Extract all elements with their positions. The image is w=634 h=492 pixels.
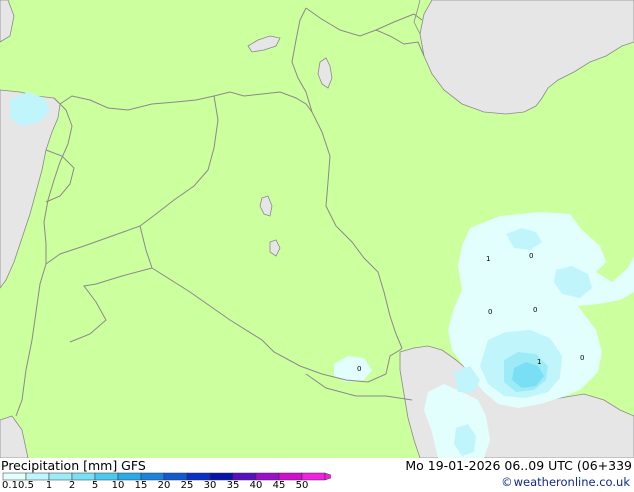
scale-tick-label: 45 [272,480,286,491]
scale-swatch [25,472,50,481]
precipitation-map: 1 0 0 0 1 0 0 [0,0,634,459]
scale-swatch [2,472,27,481]
scale-swatch [255,472,280,481]
scale-swatch [117,472,142,481]
copyright-credit[interactable]: ©weatheronline.co.uk [501,475,630,489]
scale-tick-label: 50 [295,480,309,491]
scale-tick-label: 1 [45,480,53,491]
scale-tick-label: 0.5 [18,480,34,491]
scale-tick-label: 2 [68,480,76,491]
precip-label: 0 [533,306,537,314]
scale-swatch [209,472,234,481]
scale-swatch [48,472,73,481]
scale-arrow [324,472,331,481]
scale-swatch [232,472,257,481]
scale-tick-label: 15 [134,480,148,491]
scale-swatch [163,472,188,481]
scale-tick-label: 0.1 [2,480,18,491]
precip-label: 0 [580,354,584,362]
precip-label: 0 [529,252,533,260]
map-canvas: 1 0 0 0 1 0 0 [0,0,634,459]
map-footer: Precipitation [mm] GFS Mo 19-01-2026 06.… [0,458,634,492]
scale-ticks: 0.1 0.5 1 2 5 10 15 20 25 30 35 40 45 50 [0,480,330,492]
precip-label: 1 [537,358,541,366]
scale-swatch [278,472,303,481]
scale-swatch [94,472,119,481]
credit-text: weatheronline.co.uk [513,475,630,489]
scale-swatch [186,472,211,481]
scale-tick-label: 10 [111,480,125,491]
precip-label: 1 [486,255,490,263]
scale-swatch [140,472,165,481]
forecast-datetime: Mo 19-01-2026 06..09 UTC (06+339 [405,458,632,473]
scale-swatch [301,472,326,481]
scale-tick-label: 30 [203,480,217,491]
scale-tick-label: 5 [91,480,99,491]
copyright-icon: © [501,475,513,489]
precip-label: 0 [357,365,361,373]
scale-swatch [71,472,96,481]
map-title: Precipitation [mm] GFS [1,458,146,473]
scale-tick-label: 25 [180,480,194,491]
precip-label: 0 [488,308,492,316]
scale-tick-label: 20 [157,480,171,491]
scale-tick-label: 40 [249,480,263,491]
scale-tick-label: 35 [226,480,240,491]
